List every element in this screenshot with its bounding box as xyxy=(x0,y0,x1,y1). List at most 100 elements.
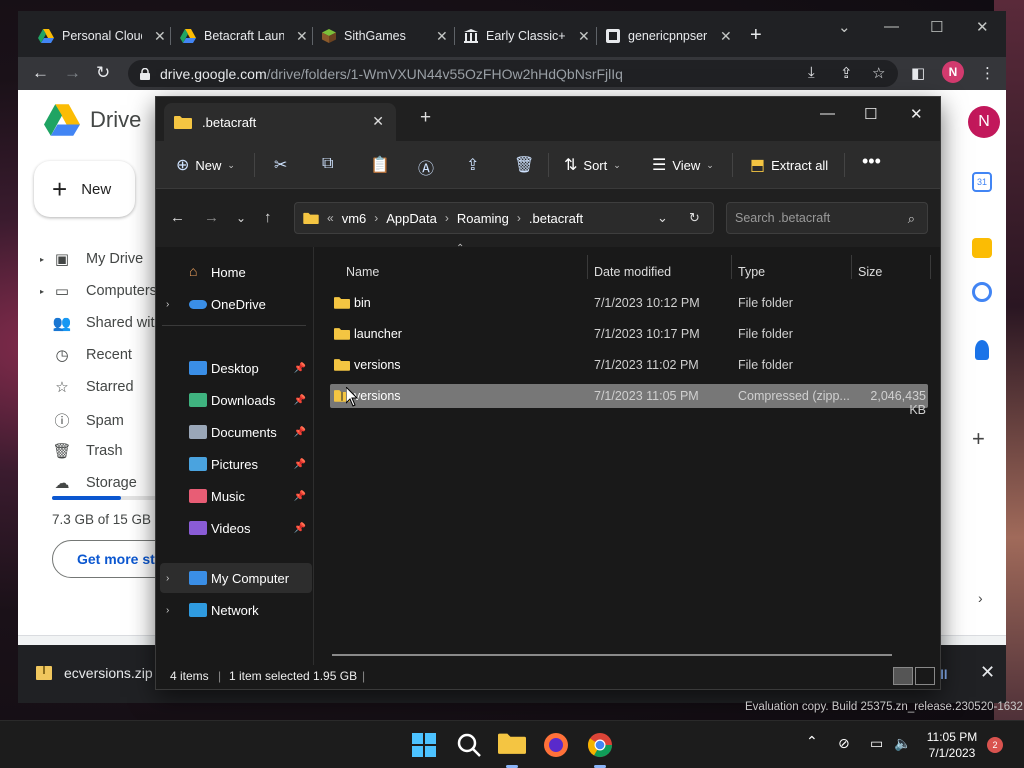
nav-network[interactable]: › Network xyxy=(160,595,312,625)
chevron-right-icon[interactable]: › xyxy=(445,211,449,225)
maximize-icon[interactable]: ☐ xyxy=(930,18,943,36)
nav-documents[interactable]: Documents 📌 xyxy=(160,417,312,447)
breadcrumb-betacraft[interactable]: .betacraft xyxy=(529,211,583,226)
maximize-icon[interactable]: ☐ xyxy=(864,105,877,123)
chevron-right-icon[interactable]: › xyxy=(517,211,521,225)
forward-icon[interactable]: → xyxy=(204,209,219,226)
chevron-right-icon[interactable]: › xyxy=(374,211,378,225)
rename-button[interactable]: Ⓐ xyxy=(418,155,434,179)
column-header-type[interactable]: Type xyxy=(738,265,765,279)
extract-all-button[interactable]: ⬒ Extract all xyxy=(750,155,828,175)
address-bar[interactable]: « vm6 › AppData › Roaming › .betacraft ⌄ ↻ xyxy=(294,202,714,234)
sort-button[interactable]: ⇅ Sort ⌄ xyxy=(564,155,621,175)
view-button[interactable]: ☰ View ⌄ xyxy=(652,155,714,175)
pin-icon[interactable]: 📌 xyxy=(294,427,306,438)
contacts-icon[interactable] xyxy=(975,340,989,360)
nav-desktop[interactable]: Desktop 📌 xyxy=(160,353,312,383)
bookmark-star-icon[interactable]: ☆ xyxy=(872,64,885,82)
new-button[interactable]: + New xyxy=(34,161,135,217)
tiles-view-icon[interactable] xyxy=(915,667,935,685)
column-divider[interactable] xyxy=(851,255,852,279)
clock[interactable]: 11:05 PM 7/1/2023 xyxy=(914,729,990,761)
address-bar[interactable]: drive.google.com/drive/folders/1-WmVXUN4… xyxy=(128,60,898,87)
nav-pictures[interactable]: Pictures 📌 xyxy=(160,449,312,479)
pin-icon[interactable]: 📌 xyxy=(294,395,306,406)
search-box[interactable]: Search .betacraft ⌕ xyxy=(726,202,928,234)
refresh-icon[interactable]: ↻ xyxy=(689,210,700,226)
nav-music[interactable]: Music 📌 xyxy=(160,481,312,511)
browser-tab-genericpnpser[interactable]: genericpnpser ✕ xyxy=(606,24,732,48)
download-item[interactable]: ecversions.zip xyxy=(36,665,153,681)
nav-spam[interactable]: ⓘ Spam xyxy=(52,410,123,431)
volume-icon[interactable]: 🔈 xyxy=(894,735,911,752)
forward-icon[interactable]: → xyxy=(64,63,81,83)
details-view-icon[interactable] xyxy=(893,667,913,685)
breadcrumb-roaming[interactable]: Roaming xyxy=(457,211,509,226)
chevron-right-icon[interactable]: › xyxy=(166,573,169,584)
close-icon[interactable]: ✕ xyxy=(720,28,732,45)
no-network-icon[interactable]: ⊘ xyxy=(838,735,850,752)
close-icon[interactable]: ✕ xyxy=(436,28,448,45)
install-app-icon[interactable]: ⤓ xyxy=(808,64,815,81)
copy-button[interactable]: ⧉ xyxy=(322,155,333,173)
breadcrumb-appdata[interactable]: AppData xyxy=(386,211,437,226)
explorer-tab[interactable]: .betacraft ✕ xyxy=(164,103,396,141)
tab-search-icon[interactable]: ⌄ xyxy=(838,18,851,36)
column-header-date[interactable]: Date modified xyxy=(594,265,671,279)
share-icon[interactable]: ⇪ xyxy=(840,64,853,82)
column-header-name[interactable]: Name xyxy=(346,265,379,279)
nav-my-drive[interactable]: ▸ ▣ My Drive xyxy=(40,250,143,268)
display-icon[interactable]: ▭ xyxy=(870,735,883,752)
file-row[interactable]: versions 7/1/2023 11:02 PM File folder xyxy=(330,353,928,377)
expand-icon[interactable]: ▸ xyxy=(40,255,44,264)
minimize-icon[interactable]: — xyxy=(884,18,899,35)
nav-recent[interactable]: ◷ Recent xyxy=(52,346,132,364)
cut-button[interactable]: ✂ xyxy=(274,155,287,175)
notification-badge[interactable]: 2 xyxy=(987,737,1003,753)
nav-trash[interactable]: 🗑 Trash xyxy=(52,442,122,460)
recent-locations-icon[interactable]: ⌄ xyxy=(236,211,246,225)
reload-icon[interactable]: ↻ xyxy=(96,63,110,83)
browser-tab-early-classic[interactable]: Early Classic+ ✕ xyxy=(464,24,590,48)
new-button[interactable]: ⊕ New ⌄ xyxy=(176,155,235,175)
chrome-taskbar-button[interactable] xyxy=(586,731,614,768)
minimize-icon[interactable]: — xyxy=(820,105,835,122)
start-icon[interactable] xyxy=(410,731,438,759)
nav-home[interactable]: ⌂ Home xyxy=(160,257,312,287)
nav-my-computer[interactable]: › My Computer xyxy=(160,563,312,593)
chevron-down-icon[interactable]: ⌄ xyxy=(657,210,668,226)
pin-icon[interactable]: 📌 xyxy=(294,523,306,534)
column-divider[interactable] xyxy=(731,255,732,279)
chevron-right-icon[interactable]: › xyxy=(166,299,169,310)
delete-button[interactable]: 🗑 xyxy=(514,155,534,175)
back-icon[interactable]: ← xyxy=(32,63,49,83)
column-divider[interactable] xyxy=(587,255,588,279)
drive-logo[interactable]: Drive xyxy=(44,104,141,136)
paste-button[interactable]: 📋 xyxy=(370,155,390,175)
chevron-up-icon[interactable]: ⌃ xyxy=(806,733,818,750)
close-window-icon[interactable]: ✕ xyxy=(910,105,923,123)
expand-panel-icon[interactable]: › xyxy=(978,590,983,606)
menu-icon[interactable]: ⋮ xyxy=(980,64,995,82)
share-button[interactable]: ⇪ xyxy=(466,155,479,175)
calendar-icon[interactable]: 31 xyxy=(972,172,992,192)
new-tab-button[interactable]: + xyxy=(420,107,431,129)
breadcrumb-overflow[interactable]: « xyxy=(327,211,334,225)
column-divider[interactable] xyxy=(930,255,931,279)
nav-starred[interactable]: ☆ Starred xyxy=(52,378,133,396)
file-row[interactable]: launcher 7/1/2023 10:17 PM File folder xyxy=(330,322,928,346)
nav-storage[interactable]: ☁ Storage xyxy=(52,474,137,492)
breadcrumb-vm6[interactable]: vm6 xyxy=(342,211,367,226)
nav-downloads[interactable]: Downloads 📌 xyxy=(160,385,312,415)
close-icon[interactable]: ✕ xyxy=(154,28,166,45)
firefox-icon[interactable] xyxy=(542,731,570,759)
close-icon[interactable]: ✕ xyxy=(372,113,384,130)
pin-icon[interactable]: 📌 xyxy=(294,459,306,470)
profile-avatar[interactable]: N xyxy=(942,61,964,83)
nav-shared[interactable]: 👥 Shared with xyxy=(52,314,163,332)
pin-icon[interactable]: 📌 xyxy=(294,363,306,374)
close-icon[interactable]: ✕ xyxy=(578,28,590,45)
side-panel-icon[interactable]: ◧ xyxy=(911,64,925,82)
column-header-size[interactable]: Size xyxy=(858,265,882,279)
browser-tab-sithgames[interactable]: SithGames ✕ xyxy=(322,24,448,48)
